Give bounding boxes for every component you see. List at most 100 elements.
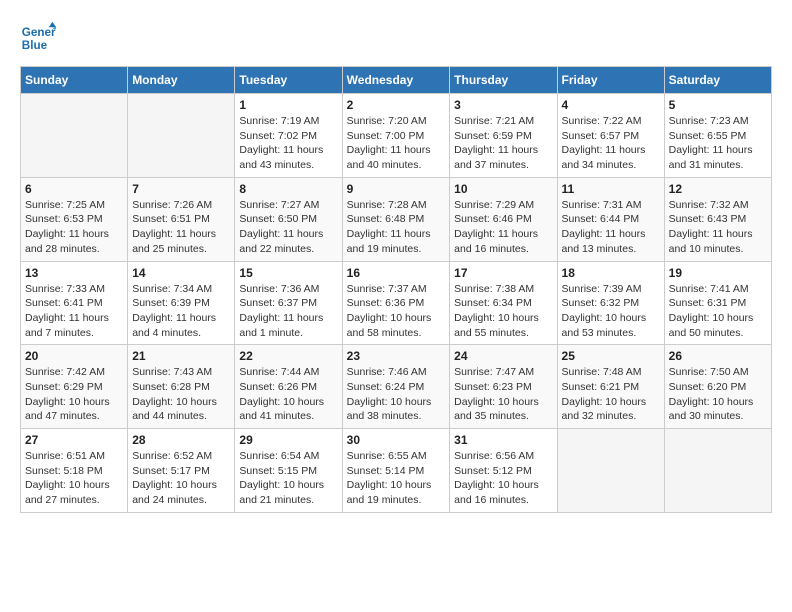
day-number: 18 (562, 266, 660, 280)
day-number: 27 (25, 433, 123, 447)
calendar-cell: 1 Sunrise: 7:19 AM Sunset: 7:02 PM Daylig… (235, 94, 342, 178)
day-info: Sunrise: 7:48 AM Sunset: 6:21 PM Dayligh… (562, 365, 660, 424)
calendar-cell: 20 Sunrise: 7:42 AM Sunset: 6:29 PM Dayli… (21, 345, 128, 429)
day-number: 30 (347, 433, 446, 447)
weekday-header: Sunday (21, 67, 128, 94)
svg-text:Blue: Blue (22, 39, 48, 52)
weekday-header: Tuesday (235, 67, 342, 94)
day-info: Sunrise: 6:51 AM Sunset: 5:18 PM Dayligh… (25, 449, 123, 508)
logo: General Blue (20, 20, 56, 56)
day-info: Sunrise: 7:39 AM Sunset: 6:32 PM Dayligh… (562, 282, 660, 341)
day-info: Sunrise: 7:22 AM Sunset: 6:57 PM Dayligh… (562, 114, 660, 173)
weekday-header: Monday (128, 67, 235, 94)
day-number: 16 (347, 266, 446, 280)
day-info: Sunrise: 7:42 AM Sunset: 6:29 PM Dayligh… (25, 365, 123, 424)
day-number: 19 (669, 266, 767, 280)
calendar-table: SundayMondayTuesdayWednesdayThursdayFrid… (20, 66, 772, 513)
day-info: Sunrise: 7:21 AM Sunset: 6:59 PM Dayligh… (454, 114, 552, 173)
logo-icon: General Blue (20, 20, 56, 56)
weekday-header: Friday (557, 67, 664, 94)
day-info: Sunrise: 7:28 AM Sunset: 6:48 PM Dayligh… (347, 198, 446, 257)
calendar-cell: 13 Sunrise: 7:33 AM Sunset: 6:41 PM Dayli… (21, 261, 128, 345)
calendar-cell: 27 Sunrise: 6:51 AM Sunset: 5:18 PM Dayli… (21, 429, 128, 513)
day-info: Sunrise: 6:52 AM Sunset: 5:17 PM Dayligh… (132, 449, 230, 508)
calendar-cell: 30Sunrise: 6:55 AM Sunset: 5:14 PM Dayli… (342, 429, 450, 513)
day-info: Sunrise: 7:29 AM Sunset: 6:46 PM Dayligh… (454, 198, 552, 257)
day-number: 25 (562, 349, 660, 363)
weekday-header: Saturday (664, 67, 771, 94)
calendar-cell (664, 429, 771, 513)
page-header: General Blue (20, 20, 772, 56)
day-info: Sunrise: 7:31 AM Sunset: 6:44 PM Dayligh… (562, 198, 660, 257)
day-info: Sunrise: 7:32 AM Sunset: 6:43 PM Dayligh… (669, 198, 767, 257)
calendar-cell: 10 Sunrise: 7:29 AM Sunset: 6:46 PM Dayli… (450, 177, 557, 261)
calendar-cell: 17 Sunrise: 7:38 AM Sunset: 6:34 PM Dayli… (450, 261, 557, 345)
calendar-cell: 11 Sunrise: 7:31 AM Sunset: 6:44 PM Dayli… (557, 177, 664, 261)
day-info: Sunrise: 6:54 AM Sunset: 5:15 PM Dayligh… (239, 449, 337, 508)
day-info: Sunrise: 7:25 AM Sunset: 6:53 PM Dayligh… (25, 198, 123, 257)
day-info: Sunrise: 7:43 AM Sunset: 6:28 PM Dayligh… (132, 365, 230, 424)
calendar-cell: 31 Sunrise: 6:56 AM Sunset: 5:12 PM Dayli… (450, 429, 557, 513)
day-info: Sunrise: 7:37 AM Sunset: 6:36 PM Dayligh… (347, 282, 446, 341)
calendar-cell: 7 Sunrise: 7:26 AM Sunset: 6:51 PM Daylig… (128, 177, 235, 261)
day-info: Sunrise: 7:50 AM Sunset: 6:20 PM Dayligh… (669, 365, 767, 424)
day-info: Sunrise: 7:38 AM Sunset: 6:34 PM Dayligh… (454, 282, 552, 341)
weekday-header: Wednesday (342, 67, 450, 94)
day-info: Sunrise: 7:33 AM Sunset: 6:41 PM Dayligh… (25, 282, 123, 341)
calendar-cell: 12 Sunrise: 7:32 AM Sunset: 6:43 PM Dayli… (664, 177, 771, 261)
day-number: 14 (132, 266, 230, 280)
day-info: Sunrise: 7:47 AM Sunset: 6:23 PM Dayligh… (454, 365, 552, 424)
day-number: 13 (25, 266, 123, 280)
day-info: Sunrise: 7:44 AM Sunset: 6:26 PM Dayligh… (239, 365, 337, 424)
day-number: 26 (669, 349, 767, 363)
day-number: 1 (239, 98, 337, 112)
day-info: Sunrise: 7:36 AM Sunset: 6:37 PM Dayligh… (239, 282, 337, 341)
calendar-cell: 5Sunrise: 7:23 AM Sunset: 6:55 PM Daylig… (664, 94, 771, 178)
day-info: Sunrise: 7:27 AM Sunset: 6:50 PM Dayligh… (239, 198, 337, 257)
day-info: Sunrise: 7:23 AM Sunset: 6:55 PM Dayligh… (669, 114, 767, 173)
day-number: 9 (347, 182, 446, 196)
calendar-cell: 4 Sunrise: 7:22 AM Sunset: 6:57 PM Daylig… (557, 94, 664, 178)
day-number: 17 (454, 266, 552, 280)
calendar-cell: 8 Sunrise: 7:27 AM Sunset: 6:50 PM Daylig… (235, 177, 342, 261)
calendar-cell: 21 Sunrise: 7:43 AM Sunset: 6:28 PM Dayli… (128, 345, 235, 429)
day-number: 29 (239, 433, 337, 447)
calendar-cell (21, 94, 128, 178)
day-number: 3 (454, 98, 552, 112)
calendar-cell: 22 Sunrise: 7:44 AM Sunset: 6:26 PM Dayli… (235, 345, 342, 429)
day-number: 31 (454, 433, 552, 447)
calendar-cell: 19 Sunrise: 7:41 AM Sunset: 6:31 PM Dayli… (664, 261, 771, 345)
calendar-cell (128, 94, 235, 178)
day-number: 28 (132, 433, 230, 447)
calendar-cell: 28 Sunrise: 6:52 AM Sunset: 5:17 PM Dayli… (128, 429, 235, 513)
day-info: Sunrise: 7:46 AM Sunset: 6:24 PM Dayligh… (347, 365, 446, 424)
day-number: 21 (132, 349, 230, 363)
calendar-cell: 23 Sunrise: 7:46 AM Sunset: 6:24 PM Dayli… (342, 345, 450, 429)
day-number: 6 (25, 182, 123, 196)
day-info: Sunrise: 7:34 AM Sunset: 6:39 PM Dayligh… (132, 282, 230, 341)
calendar-cell: 14 Sunrise: 7:34 AM Sunset: 6:39 PM Dayli… (128, 261, 235, 345)
day-info: Sunrise: 7:20 AM Sunset: 7:00 PM Dayligh… (347, 114, 446, 173)
calendar-cell (557, 429, 664, 513)
calendar-cell: 18 Sunrise: 7:39 AM Sunset: 6:32 PM Dayli… (557, 261, 664, 345)
day-number: 22 (239, 349, 337, 363)
day-number: 20 (25, 349, 123, 363)
svg-text:General: General (22, 26, 56, 39)
day-number: 11 (562, 182, 660, 196)
calendar-cell: 29 Sunrise: 6:54 AM Sunset: 5:15 PM Dayli… (235, 429, 342, 513)
day-info: Sunrise: 6:56 AM Sunset: 5:12 PM Dayligh… (454, 449, 552, 508)
day-number: 15 (239, 266, 337, 280)
day-number: 7 (132, 182, 230, 196)
day-info: Sunrise: 7:26 AM Sunset: 6:51 PM Dayligh… (132, 198, 230, 257)
day-number: 23 (347, 349, 446, 363)
calendar-cell: 3 Sunrise: 7:21 AM Sunset: 6:59 PM Daylig… (450, 94, 557, 178)
day-number: 8 (239, 182, 337, 196)
day-number: 2 (347, 98, 446, 112)
day-number: 12 (669, 182, 767, 196)
day-number: 4 (562, 98, 660, 112)
day-number: 10 (454, 182, 552, 196)
day-number: 24 (454, 349, 552, 363)
day-info: Sunrise: 7:41 AM Sunset: 6:31 PM Dayligh… (669, 282, 767, 341)
day-info: Sunrise: 7:19 AM Sunset: 7:02 PM Dayligh… (239, 114, 337, 173)
calendar-cell: 26 Sunrise: 7:50 AM Sunset: 6:20 PM Dayli… (664, 345, 771, 429)
